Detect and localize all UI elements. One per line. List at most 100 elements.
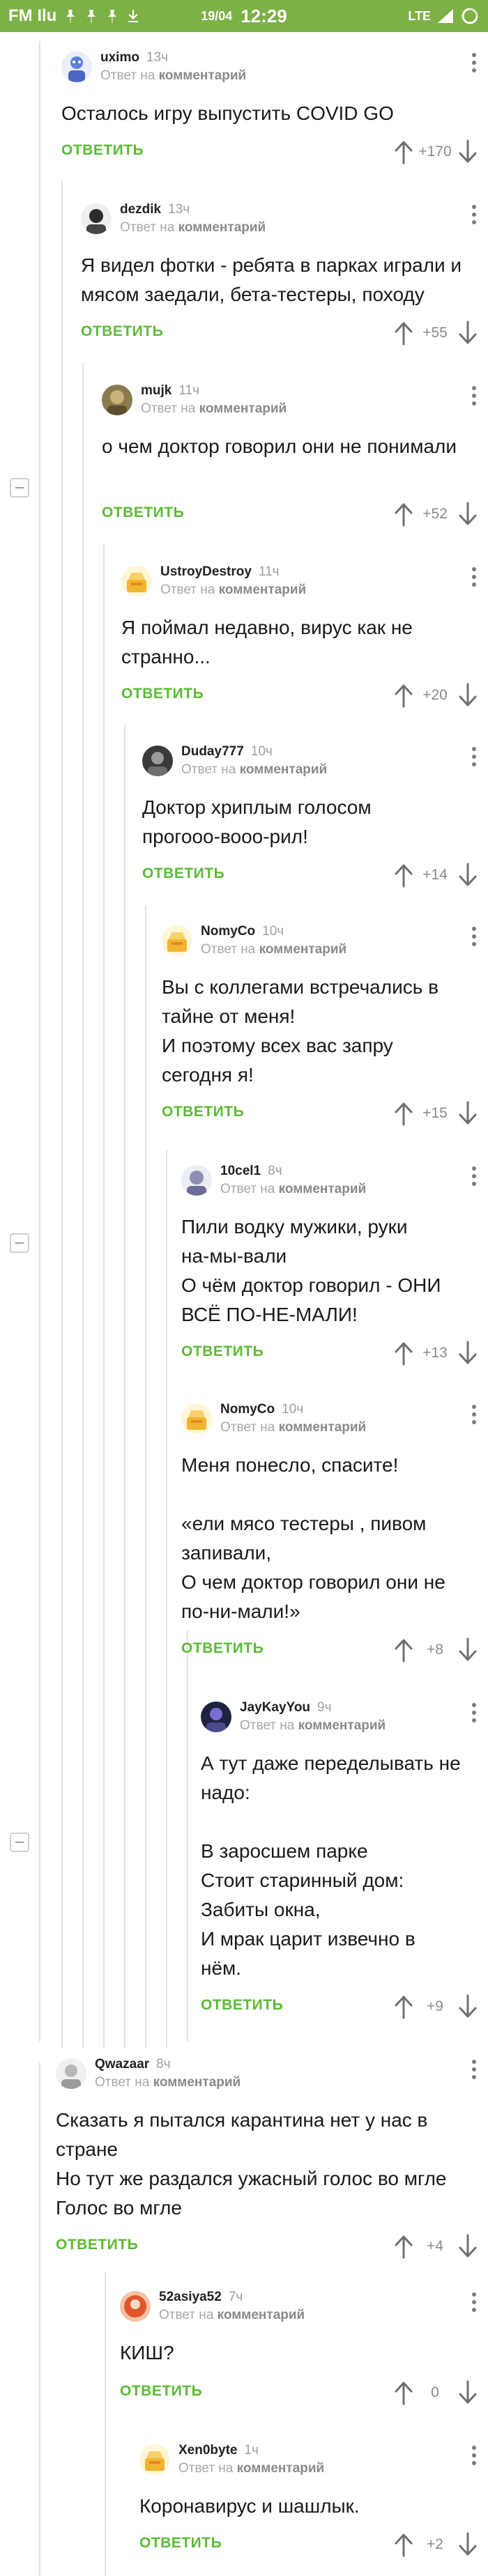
avatar[interactable] <box>139 2444 170 2475</box>
more-options-icon[interactable] <box>470 927 478 952</box>
username[interactable]: uximo <box>100 50 139 65</box>
reply-to-link[interactable]: комментарий <box>279 1182 367 1196</box>
downvote-arrow-icon[interactable] <box>457 683 478 708</box>
avatar[interactable] <box>120 2291 151 2322</box>
username[interactable]: NomyCo <box>220 1402 275 1417</box>
reply-button[interactable]: ОТВЕТИТЬ <box>120 2383 202 2400</box>
upvote-arrow-icon[interactable] <box>393 683 414 708</box>
reply-to-link[interactable]: комментарий <box>237 2461 325 2476</box>
reply-button[interactable]: ОТВЕТИТЬ <box>56 2237 138 2253</box>
downvote-arrow-icon[interactable] <box>457 139 478 164</box>
avatar[interactable] <box>81 203 112 234</box>
username[interactable]: mujk <box>141 383 171 398</box>
collapse-thread-button[interactable] <box>10 1833 29 1852</box>
username[interactable]: 52asiya52 <box>159 2290 222 2304</box>
comment: JayKayYou 9ч Ответ на комментарий А тут д… <box>201 1696 481 2030</box>
username[interactable]: dezdik <box>120 202 161 217</box>
downvote-arrow-icon[interactable] <box>457 2380 478 2405</box>
upvote-arrow-icon[interactable] <box>393 2380 414 2405</box>
collapse-thread-button[interactable] <box>10 1233 29 1253</box>
more-options-icon[interactable] <box>470 2292 478 2317</box>
reply-button[interactable]: ОТВЕТИТЬ <box>81 323 163 340</box>
reply-button[interactable]: ОТВЕТИТЬ <box>61 142 144 159</box>
reply-button[interactable]: ОТВЕТИТЬ <box>162 1104 244 1120</box>
username[interactable]: JayKayYou <box>240 1700 310 1715</box>
reply-to-link[interactable]: комментарий <box>153 2075 241 2090</box>
avatar[interactable] <box>61 52 92 82</box>
reply-to-link[interactable]: комментарий <box>159 68 247 83</box>
username[interactable]: NomyCo <box>201 924 255 939</box>
more-options-icon[interactable] <box>470 747 478 772</box>
avatar[interactable] <box>121 566 152 596</box>
upvote-arrow-icon[interactable] <box>393 502 414 527</box>
comment-text: Я видел фотки - ребята в парках играли и… <box>81 254 467 305</box>
reply-button[interactable]: ОТВЕТИТЬ <box>102 504 184 521</box>
reply-to-link[interactable]: комментарий <box>279 1420 367 1435</box>
upvote-arrow-icon[interactable] <box>393 1341 414 1366</box>
reply-button[interactable]: ОТВЕТИТЬ <box>139 2535 222 2552</box>
avatar[interactable] <box>56 2058 86 2089</box>
upvote-arrow-icon[interactable] <box>393 1101 414 1126</box>
reply-to-link[interactable]: комментарий <box>298 1718 386 1733</box>
downvote-arrow-icon[interactable] <box>457 863 478 888</box>
comment-score: +9 <box>427 1998 443 2014</box>
upvote-arrow-icon[interactable] <box>393 2234 414 2259</box>
more-options-icon[interactable] <box>470 205 478 230</box>
more-options-icon[interactable] <box>470 386 478 411</box>
reply-to-link[interactable]: комментарий <box>178 220 266 235</box>
avatar[interactable] <box>142 746 173 776</box>
downvote-arrow-icon[interactable] <box>457 2532 478 2557</box>
reply-to-label: Ответ на <box>141 401 196 416</box>
upvote-arrow-icon[interactable] <box>393 1994 414 2019</box>
reply-to-label: Ответ на <box>95 2075 150 2090</box>
comment: 10cel1 8ч Ответ на комментарий Пили водку… <box>181 1159 481 1375</box>
thread-line <box>166 1150 167 2049</box>
comment-time: 13ч <box>146 50 168 65</box>
downvote-arrow-icon[interactable] <box>457 1341 478 1366</box>
upvote-arrow-icon[interactable] <box>393 139 414 164</box>
comment-text: КИШ? <box>120 2342 174 2363</box>
reply-to-label: Ответ на <box>159 2308 214 2322</box>
upvote-arrow-icon[interactable] <box>393 2532 414 2557</box>
username[interactable]: Duday777 <box>181 744 244 759</box>
avatar[interactable] <box>162 925 192 956</box>
more-options-icon[interactable] <box>470 1703 478 1728</box>
reply-to-label: Ответ на <box>160 583 215 597</box>
downvote-arrow-icon[interactable] <box>457 1637 478 1663</box>
username[interactable]: Qwazaar <box>95 2057 149 2072</box>
downvote-arrow-icon[interactable] <box>457 1994 478 2019</box>
avatar[interactable] <box>201 1702 231 1732</box>
upvote-arrow-icon[interactable] <box>393 863 414 888</box>
reply-to-link[interactable]: комментарий <box>219 583 307 597</box>
avatar[interactable] <box>102 385 132 415</box>
more-options-icon[interactable] <box>470 567 478 592</box>
upvote-arrow-icon[interactable] <box>393 321 414 346</box>
avatar[interactable] <box>181 1165 212 1196</box>
reply-button[interactable]: ОТВЕТИТЬ <box>181 1343 264 1360</box>
more-options-icon[interactable] <box>470 1166 478 1191</box>
reply-to-link[interactable]: комментарий <box>199 401 287 416</box>
reply-to-link[interactable]: комментарий <box>240 762 328 777</box>
more-options-icon[interactable] <box>470 2060 478 2085</box>
comment: UstroyDestroy 11ч Ответ на комментарий Я … <box>121 560 481 718</box>
reply-to-link[interactable]: комментарий <box>259 942 347 957</box>
downvote-arrow-icon[interactable] <box>457 2234 478 2259</box>
collapse-thread-button[interactable] <box>10 478 29 498</box>
reply-button[interactable]: ОТВЕТИТЬ <box>121 686 204 702</box>
username[interactable]: Xen0byte <box>178 2443 237 2458</box>
reply-button[interactable]: ОТВЕТИТЬ <box>201 1997 283 2014</box>
reply-to-link[interactable]: комментарий <box>218 2308 305 2322</box>
reply-button[interactable]: ОТВЕТИТЬ <box>142 865 224 882</box>
reply-button[interactable]: ОТВЕТИТЬ <box>181 1640 264 1657</box>
downvote-arrow-icon[interactable] <box>457 321 478 346</box>
more-options-icon[interactable] <box>470 1405 478 1430</box>
more-options-icon[interactable] <box>470 2446 478 2471</box>
username[interactable]: 10cel1 <box>220 1164 261 1178</box>
more-options-icon[interactable] <box>470 53 478 78</box>
comment-score: +8 <box>427 1642 443 1658</box>
avatar[interactable] <box>181 1403 212 1434</box>
username[interactable]: UstroyDestroy <box>160 564 252 579</box>
upvote-arrow-icon[interactable] <box>393 1637 414 1663</box>
downvote-arrow-icon[interactable] <box>457 502 478 527</box>
downvote-arrow-icon[interactable] <box>457 1101 478 1126</box>
